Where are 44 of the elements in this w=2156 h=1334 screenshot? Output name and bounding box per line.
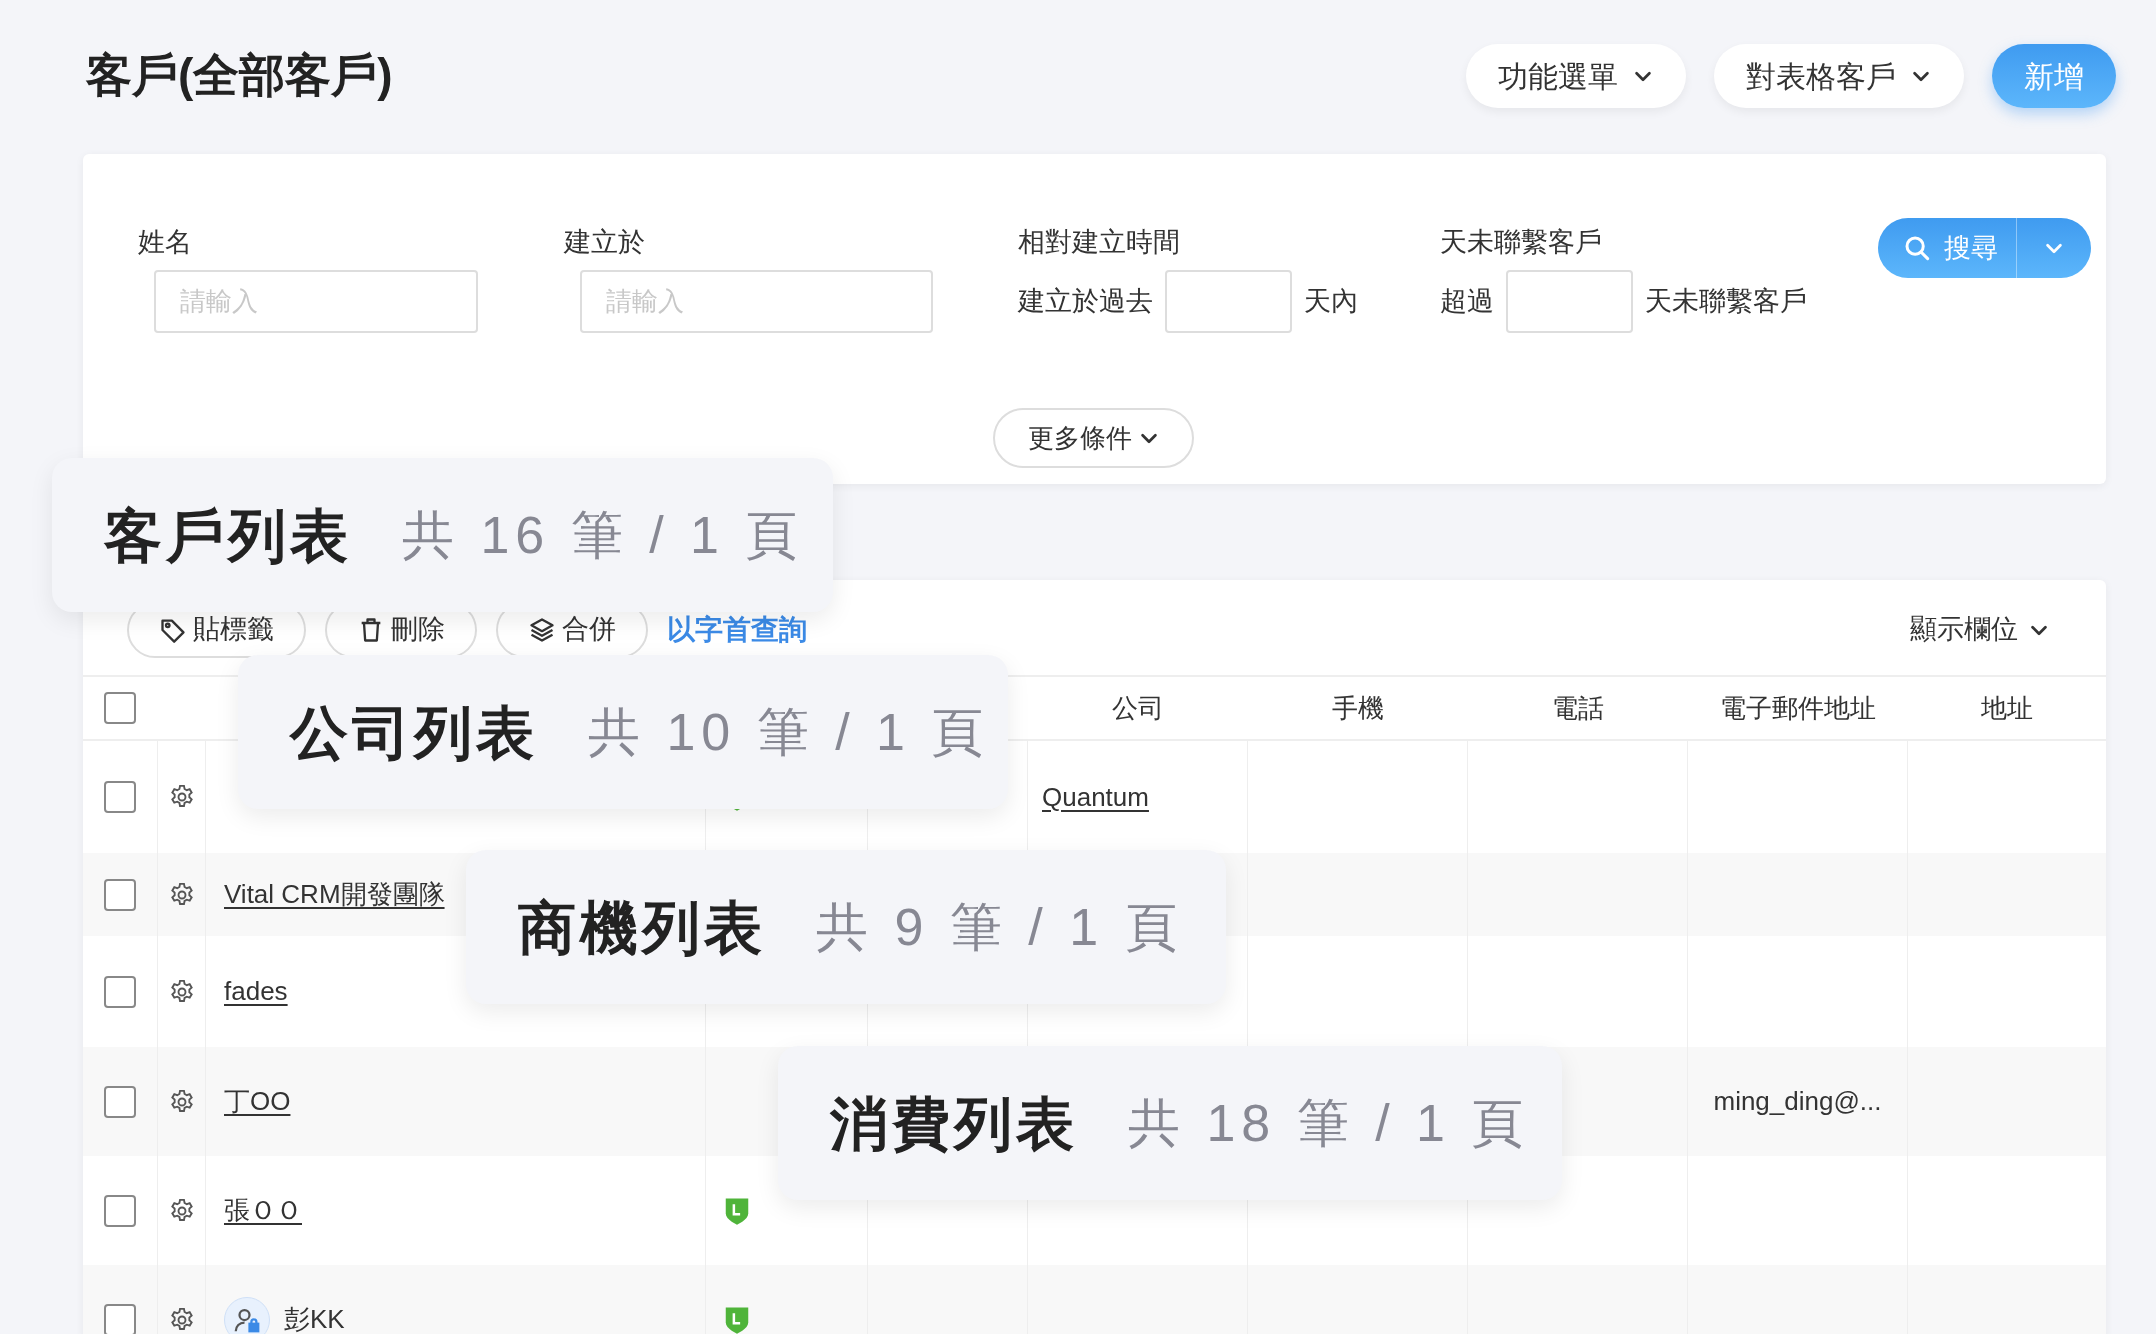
field-label: 相對建立時間 (1018, 226, 1181, 259)
column-header: 電話 (1552, 691, 1604, 725)
record-count: 共 9 筆 / 1 頁 (816, 897, 1183, 958)
company-link[interactable]: Quantum (1042, 777, 1149, 817)
checkbox[interactable] (104, 1194, 136, 1227)
column-header: 電子郵件地址 (1720, 691, 1876, 725)
field-label: 姓名 (138, 226, 193, 259)
list-title: 消費列表 (830, 1089, 1078, 1158)
contact-name-link[interactable]: fades (224, 972, 288, 1011)
field-prefix: 建立於過去 (1018, 285, 1153, 319)
letter-search-link[interactable]: 以字首查詢 (667, 608, 807, 651)
list-title: 公司列表 (290, 698, 538, 767)
record-count: 共 10 筆 / 1 頁 (588, 702, 990, 763)
more-filters-button[interactable]: 更多條件 (993, 408, 1194, 468)
dropdown-button[interactable]: 對表格客戶 (1714, 44, 1964, 108)
checkbox[interactable] (104, 781, 136, 813)
contact-name-link[interactable]: Vital CRM開發團隊 (224, 875, 445, 914)
field-label: 建立於 (564, 226, 646, 259)
number-field[interactable] (1506, 270, 1633, 333)
columns-dropdown[interactable]: 顯示欄位 (1910, 609, 2050, 650)
dropdown-button[interactable]: 功能選單 (1466, 44, 1686, 108)
column-header: 公司 (1112, 691, 1164, 725)
checkbox[interactable] (104, 692, 136, 724)
email-text: ming_ding@... (1713, 1085, 1882, 1118)
list-title: 客戶列表 (104, 501, 352, 570)
record-count: 共 16 筆 / 1 頁 (402, 505, 804, 566)
checkbox[interactable] (104, 1085, 136, 1118)
column-header: 手機 (1332, 691, 1384, 725)
record-count: 共 18 筆 / 1 頁 (1128, 1093, 1530, 1154)
layers-icon (528, 615, 556, 644)
page-title: 客戶(全部客戶) (86, 47, 393, 103)
field-prefix: 超過 (1440, 285, 1494, 319)
field-suffix: 天內 (1304, 285, 1358, 319)
column-header: 地址 (1981, 691, 2033, 725)
number-field[interactable] (1165, 270, 1292, 333)
contact-name-link[interactable]: 張ＯＯ (224, 1191, 302, 1230)
checkbox[interactable] (104, 878, 136, 911)
checkbox[interactable] (104, 1303, 136, 1334)
field-label: 天未聯繫客戶 (1440, 226, 1603, 259)
contact-name-link[interactable]: 丁OO (224, 1082, 291, 1121)
list-title: 商機列表 (518, 893, 766, 962)
contact-name: 彭KK (284, 1303, 345, 1334)
field-suffix: 天未聯繫客戶 (1645, 285, 1807, 319)
checkbox[interactable] (104, 975, 136, 1008)
